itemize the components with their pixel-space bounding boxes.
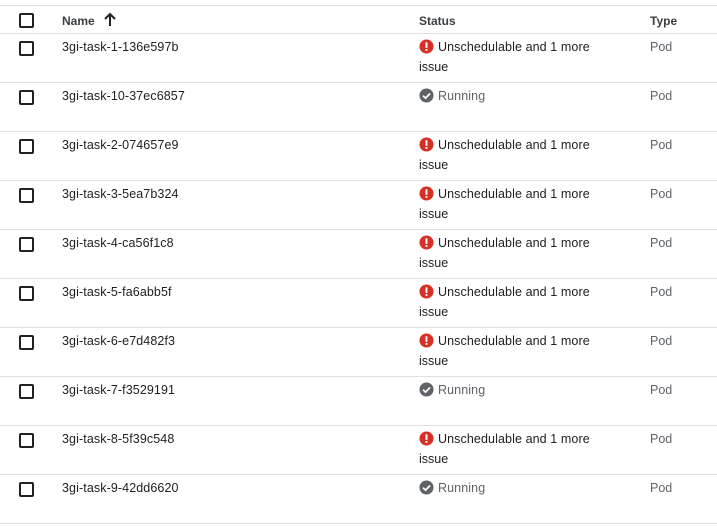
table-row: 3gi-task-4-ca56f1c8 Unschedulable and 1 … [0,230,717,279]
workload-type: Pod [650,89,673,103]
table-row: 3gi-task-8-5f39c548 Unschedulable and 1 … [0,426,717,475]
workload-type: Pod [650,432,673,446]
row-checkbox[interactable] [19,90,34,105]
workload-name[interactable]: 3gi-task-4-ca56f1c8 [62,235,174,251]
workload-type: Pod [650,285,673,299]
status-cell: Unschedulable and 1 more issue [419,137,619,177]
status-cell: Running [419,382,619,398]
name-column-header[interactable]: Name [62,14,95,28]
status-text: Unschedulable and 1 more [438,334,590,348]
status-text-continued: issue [419,305,449,319]
row-checkbox[interactable] [19,433,34,448]
row-checkbox[interactable] [19,482,34,497]
status-text: Running [438,481,486,495]
status-text-continued: issue [419,158,449,172]
error-icon [419,284,434,299]
status-cell: Unschedulable and 1 more issue [419,431,619,471]
row-checkbox[interactable] [19,41,34,56]
workload-name[interactable]: 3gi-task-5-fa6abb5f [62,284,172,300]
check-circle-icon [419,480,434,495]
workload-name[interactable]: 3gi-task-10-37ec6857 [62,88,185,104]
status-cell: Running [419,480,619,496]
workload-name[interactable]: 3gi-task-9-42dd6620 [62,480,179,496]
status-cell: Unschedulable and 1 more issue [419,333,619,373]
status-text: Unschedulable and 1 more [438,40,590,54]
status-cell: Unschedulable and 1 more issue [419,186,619,226]
table-row: 3gi-task-3-5ea7b324 Unschedulable and 1 … [0,181,717,230]
status-text: Unschedulable and 1 more [438,187,590,201]
table-row: 3gi-task-9-42dd6620 Running Pod [0,475,717,524]
status-text: Unschedulable and 1 more [438,138,590,152]
workload-type: Pod [650,481,673,495]
status-text: Unschedulable and 1 more [438,285,590,299]
sort-arrow-up-icon[interactable] [102,12,118,28]
error-icon [419,137,434,152]
workload-type: Pod [650,187,673,201]
table-body: 3gi-task-1-136e597b Unschedulable and 1 … [0,34,717,524]
row-checkbox[interactable] [19,188,34,203]
status-cell: Unschedulable and 1 more issue [419,284,619,324]
type-column-header: Type [650,14,678,28]
status-column-header: Status [419,14,456,28]
error-icon [419,235,434,250]
workload-type: Pod [650,138,673,152]
row-checkbox[interactable] [19,139,34,154]
status-text: Unschedulable and 1 more [438,432,590,446]
row-checkbox[interactable] [19,335,34,350]
check-circle-icon [419,382,434,397]
status-text-continued: issue [419,354,449,368]
status-text: Running [438,383,486,397]
workloads-table: Name Status Type 3gi-task-1-136e597b Uns… [0,5,717,524]
workload-type: Pod [650,383,673,397]
workload-name[interactable]: 3gi-task-8-5f39c548 [62,431,174,447]
workload-name[interactable]: 3gi-task-7-f3529191 [62,382,175,398]
table-row: 3gi-task-1-136e597b Unschedulable and 1 … [0,34,717,83]
workload-name[interactable]: 3gi-task-2-074657e9 [62,137,179,153]
workload-name[interactable]: 3gi-task-6-e7d482f3 [62,333,175,349]
error-icon [419,333,434,348]
workload-name[interactable]: 3gi-task-1-136e597b [62,39,179,55]
row-checkbox[interactable] [19,286,34,301]
status-text: Running [438,89,486,103]
table-row: 3gi-task-5-fa6abb5f Unschedulable and 1 … [0,279,717,328]
table-row: 3gi-task-10-37ec6857 Running Pod [0,83,717,132]
error-icon [419,39,434,54]
row-checkbox[interactable] [19,237,34,252]
workload-type: Pod [650,334,673,348]
table-row: 3gi-task-6-e7d482f3 Unschedulable and 1 … [0,328,717,377]
select-all-checkbox[interactable] [19,13,34,28]
workload-type: Pod [650,40,673,54]
table-row: 3gi-task-2-074657e9 Unschedulable and 1 … [0,132,717,181]
workload-type: Pod [650,236,673,250]
status-text-continued: issue [419,207,449,221]
workload-name[interactable]: 3gi-task-3-5ea7b324 [62,186,179,202]
status-cell: Running [419,88,619,104]
row-checkbox[interactable] [19,384,34,399]
status-cell: Unschedulable and 1 more issue [419,39,619,79]
check-circle-icon [419,88,434,103]
error-icon [419,431,434,446]
status-text: Unschedulable and 1 more [438,236,590,250]
status-text-continued: issue [419,256,449,270]
table-row: 3gi-task-7-f3529191 Running Pod [0,377,717,426]
status-text-continued: issue [419,452,449,466]
table-header: Name Status Type [0,5,717,34]
status-text-continued: issue [419,60,449,74]
status-cell: Unschedulable and 1 more issue [419,235,619,275]
error-icon [419,186,434,201]
